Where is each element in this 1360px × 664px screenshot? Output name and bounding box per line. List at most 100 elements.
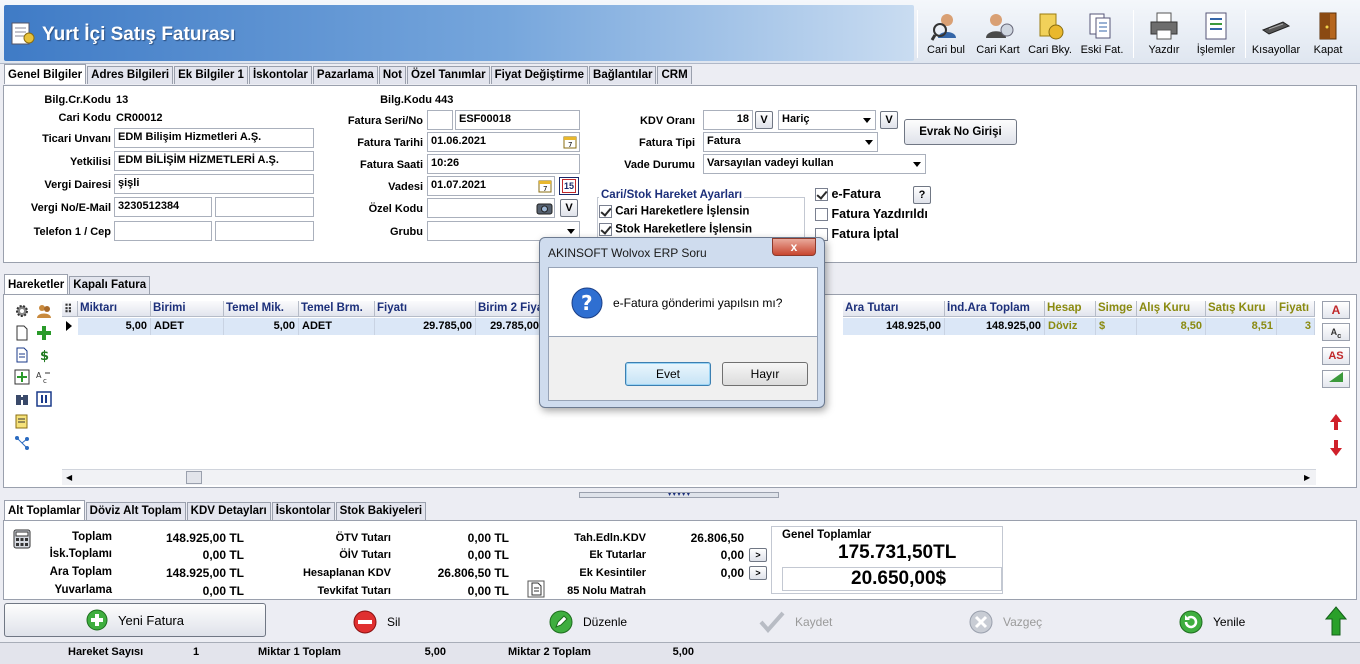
scroll-left-icon[interactable]: ◀	[66, 473, 72, 482]
new-document-icon[interactable]	[14, 325, 30, 341]
calendar-icon[interactable]: 7	[538, 179, 552, 193]
grid-column-handle[interactable]: ⠿	[62, 301, 78, 317]
col-ara-tutari[interactable]: Ara Tutarı	[843, 301, 945, 317]
cell-ind-ara-toplam[interactable]: 148.925,00	[945, 318, 1045, 335]
scroll-right-icon[interactable]: ▶	[1304, 473, 1310, 482]
document-details-icon[interactable]	[527, 580, 545, 598]
col-simge[interactable]: Simge	[1096, 301, 1137, 317]
dialog-yes-button[interactable]: Evet	[625, 362, 711, 386]
cell-ara-tutari[interactable]: 148.925,00	[843, 318, 945, 335]
users-icon[interactable]	[36, 303, 52, 319]
move-down-arrow-icon[interactable]	[1329, 439, 1343, 457]
fatura-no-field[interactable]: ESF00018	[455, 110, 580, 130]
cell-miktari[interactable]: 5,00	[78, 318, 151, 335]
camera-icon[interactable]	[536, 201, 553, 215]
cell-birimi[interactable]: ADET	[151, 318, 224, 335]
fatura-tarihi-field[interactable]: 01.06.2021	[427, 132, 580, 152]
cell-hesap[interactable]: Döviz	[1045, 318, 1096, 335]
dialog-no-button[interactable]: Hayır	[722, 362, 808, 386]
tab-not[interactable]: Not	[378, 66, 406, 84]
cell-temel-brm[interactable]: ADET	[299, 318, 375, 335]
vadesi-field[interactable]: 01.07.2021	[427, 176, 555, 196]
tab-genel-bilgiler[interactable]: Genel Bilgiler	[4, 64, 87, 84]
settings-gear-icon[interactable]	[14, 303, 30, 319]
tab-iskontolar-bottom[interactable]: İskontolar	[271, 502, 335, 520]
shortcuts-button[interactable]: Kısayollar	[1250, 8, 1302, 60]
col-alis-kuru[interactable]: Alış Kuru	[1137, 301, 1206, 317]
tab-pazarlama[interactable]: Pazarlama	[312, 66, 378, 84]
text-format-button[interactable]: Ac	[1322, 323, 1350, 341]
kdv-orani-select-button[interactable]: V	[755, 111, 773, 129]
col-fiyati[interactable]: Fiyatı	[375, 301, 476, 317]
dialog-close-button[interactable]: x	[772, 238, 816, 256]
cari-hareket-checkbox[interactable]: Cari Hareketlere İşlensin	[599, 205, 749, 218]
pause-icon[interactable]	[36, 391, 52, 407]
tab-iskontolar[interactable]: İskontolar	[248, 66, 312, 84]
tab-stok-bakiyeleri[interactable]: Stok Bakiyeleri	[335, 502, 427, 520]
cell-fiyati[interactable]: 29.785,00	[375, 318, 476, 335]
efatura-checkbox[interactable]: e-Fatura	[815, 187, 881, 202]
col-birim2-fiyati[interactable]: Birim 2 Fiyatı	[476, 301, 540, 317]
fatura-iptal-checkbox[interactable]: Fatura İptal	[815, 227, 899, 242]
kaydet-button[interactable]: Kaydet	[759, 606, 832, 638]
move-up-arrow-icon[interactable]	[1329, 413, 1343, 431]
col-fiyati-2[interactable]: Fiyatı	[1277, 301, 1315, 317]
col-satis-kuru[interactable]: Satış Kuru	[1206, 301, 1277, 317]
cell-alis-kuru[interactable]: 8,50	[1137, 318, 1206, 335]
tab-crm[interactable]: CRM	[657, 66, 692, 84]
binoculars-icon[interactable]	[14, 391, 30, 407]
ek-kesintiler-expand-button[interactable]: >	[749, 566, 767, 580]
col-birimi[interactable]: Birimi	[151, 301, 224, 317]
splitter-handle[interactable]: ▾ ▾ ▾ ▾ ▾	[579, 492, 779, 498]
scroll-top-arrow-icon[interactable]	[1325, 606, 1347, 636]
tab-fiyat-degistirme[interactable]: Fiyat Değiştirme	[490, 66, 589, 84]
cell-temel-mik[interactable]: 5,00	[224, 318, 299, 335]
font-a-button[interactable]: A	[1322, 301, 1350, 319]
fatura-yazdirildi-checkbox[interactable]: Fatura Yazdırıldı	[815, 207, 928, 222]
tab-kapali-fatura[interactable]: Kapalı Fatura	[69, 276, 151, 294]
col-temel-mik[interactable]: Temel Mik.	[224, 301, 299, 317]
fatura-tipi-select[interactable]: Fatura	[703, 132, 878, 152]
add-row-icon[interactable]	[14, 369, 30, 385]
add-plus-icon[interactable]	[36, 325, 52, 341]
horizontal-scrollbar[interactable]: ◀ ▶	[62, 469, 1316, 485]
tab-doviz-alt-toplam[interactable]: Döviz Alt Toplam	[85, 502, 186, 520]
col-temel-brm[interactable]: Temel Brm.	[299, 301, 375, 317]
email-field[interactable]	[215, 197, 314, 217]
tab-baglantilar[interactable]: Bağlantılar	[589, 66, 657, 84]
link-nodes-icon[interactable]	[14, 435, 30, 451]
close-window-button[interactable]: Kapat	[1306, 8, 1350, 60]
duzenle-button[interactable]: Düzenle	[549, 606, 627, 638]
ozel-kodu-select-button[interactable]: V	[560, 199, 578, 217]
vergi-dairesi-field[interactable]: şişli	[114, 174, 314, 194]
kdv-tipi-select-button[interactable]: V	[880, 111, 898, 129]
vade-durumu-select[interactable]: Varsayılan vadeyi kullan	[703, 154, 926, 174]
tab-kdv-detaylari[interactable]: KDV Detayları	[186, 502, 271, 520]
ek-tutarlar-expand-button[interactable]: >	[749, 548, 767, 562]
report-icon[interactable]	[14, 413, 30, 429]
ticari-unvani-field[interactable]: EDM Bilişim Hizmetleri A.Ş.	[114, 128, 314, 148]
calendar-day-button[interactable]: 15	[559, 177, 579, 195]
customer-balance-button[interactable]: Cari Bky.	[1025, 8, 1075, 60]
fatura-saati-field[interactable]: 10:26	[427, 154, 580, 174]
cell-birim2-fiyati[interactable]: 29.785,00	[476, 318, 540, 335]
calendar-icon[interactable]: 7	[563, 135, 577, 149]
kdv-tipi-select[interactable]: Hariç	[778, 110, 876, 130]
tab-hareketler[interactable]: Hareketler	[4, 274, 69, 294]
find-customer-button[interactable]: Cari bul	[922, 8, 970, 60]
customer-card-button[interactable]: Cari Kart	[973, 8, 1023, 60]
yetkilisi-field[interactable]: EDM BİLİŞİM HİZMETLERİ A.Ş.	[114, 151, 314, 171]
yenile-button[interactable]: Yenile	[1179, 606, 1245, 638]
vergi-no-field[interactable]: 3230512384	[114, 197, 212, 217]
tab-ozel-tanimlar[interactable]: Özel Tanımlar	[407, 66, 490, 84]
tab-ek-bilgiler[interactable]: Ek Bilgiler 1	[174, 66, 248, 84]
telefon-field[interactable]	[114, 221, 212, 241]
evrak-no-girisi-button[interactable]: Evrak No Girişi	[904, 119, 1017, 145]
vazgec-button[interactable]: Vazgeç	[969, 606, 1042, 638]
col-ind-ara-toplam[interactable]: İnd.Ara Toplam	[945, 301, 1045, 317]
fatura-seri-field[interactable]	[427, 110, 453, 130]
as-button[interactable]: AS	[1322, 347, 1350, 365]
scrollbar-thumb[interactable]	[186, 471, 202, 484]
yeni-fatura-button[interactable]: Yeni Fatura	[4, 603, 266, 637]
tab-adres-bilgileri[interactable]: Adres Bilgileri	[87, 66, 174, 84]
